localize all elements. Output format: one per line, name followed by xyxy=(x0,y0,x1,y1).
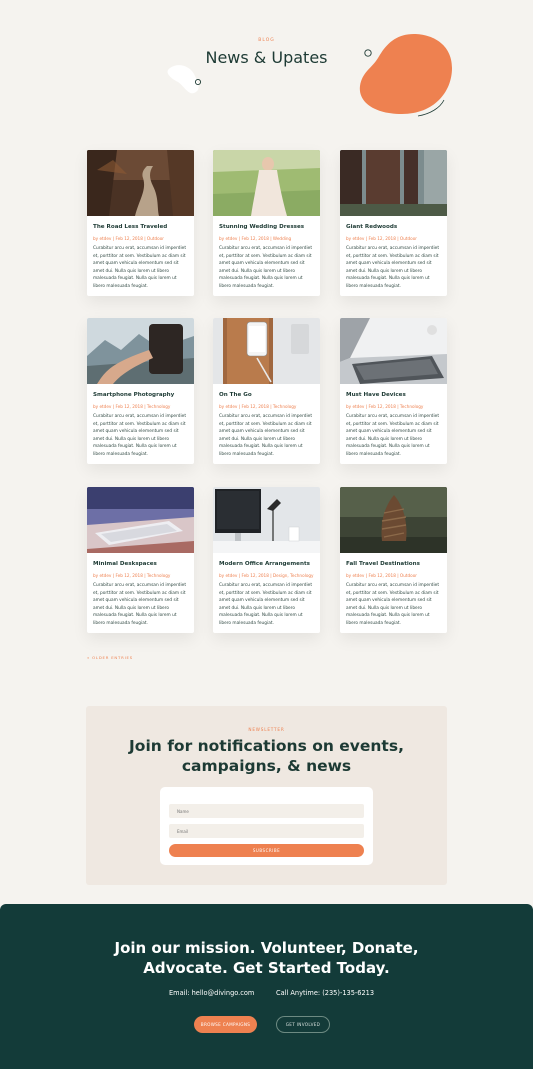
post-excerpt: Curabitur arcu erat, accumsan id imperdi… xyxy=(93,583,187,626)
post-image-wedding-field[interactable] xyxy=(213,150,320,216)
post-image-redwoods[interactable] xyxy=(340,150,447,216)
post-image-keyboard[interactable] xyxy=(87,487,194,553)
post-excerpt: Curabitur arcu erat, accumsan id imperdi… xyxy=(93,414,187,457)
subscribe-button[interactable]: SUBSCRIBE xyxy=(169,844,364,857)
post-image-pinecone[interactable] xyxy=(340,487,447,553)
contact-email-link[interactable]: Email: hello@divingo.com xyxy=(169,989,254,997)
blog-header: BLOG News & Upates xyxy=(0,0,533,130)
post-title[interactable]: Smartphone Photography xyxy=(93,392,188,399)
post-image-forest-road[interactable] xyxy=(87,150,194,216)
post-meta[interactable]: by etdev | Feb 12, 2018 | Outdoor xyxy=(346,236,441,242)
blog-card[interactable]: Modern Office Arrangements by etdev | Fe… xyxy=(213,487,320,634)
footer-cta: Join our mission. Volunteer, Donate, Adv… xyxy=(0,904,533,1069)
blog-card[interactable]: The Road Less Traveled by etdev | Feb 12… xyxy=(87,150,194,297)
post-excerpt: Curabitur arcu erat, accumsan id imperdi… xyxy=(346,414,440,457)
post-image-office-desk[interactable] xyxy=(213,487,320,553)
footer-title: Join our mission. Volunteer, Donate, Adv… xyxy=(0,939,533,979)
post-title[interactable]: Giant Redwoods xyxy=(346,224,441,231)
get-involved-button[interactable]: GET INVOLVED xyxy=(276,1016,330,1033)
newsletter-title-line-2: campaigns, & news xyxy=(181,757,352,776)
post-meta[interactable]: by etdev | Feb 12, 2018 | Outdoor xyxy=(346,573,441,579)
post-title[interactable]: Modern Office Arrangements xyxy=(219,561,314,568)
contact-phone-link[interactable]: Call Anytime: (235)-135-6213 xyxy=(276,989,374,997)
post-excerpt: Curabitur arcu erat, accumsan id imperdi… xyxy=(219,583,313,626)
post-meta[interactable]: by etdev | Feb 12, 2018 | Design, Techno… xyxy=(219,573,314,579)
decorative-blob-right xyxy=(359,34,452,117)
post-meta[interactable]: by etdev | Feb 12, 2018 | Technology xyxy=(219,404,314,410)
blog-card[interactable]: On The Go by etdev | Feb 12, 2018 | Tech… xyxy=(213,318,320,465)
email-field[interactable] xyxy=(169,824,364,838)
newsletter-eyebrow: NEWSLETTER xyxy=(248,727,285,732)
post-excerpt: Curabitur arcu erat, accumsan id imperdi… xyxy=(346,246,440,289)
newsletter-title-line-1: Join for notifications on events, xyxy=(129,737,404,755)
post-meta[interactable]: by etdev | Feb 12, 2018 | Technology xyxy=(93,404,188,410)
newsletter-form: SUBSCRIBE xyxy=(160,787,373,865)
post-excerpt: Curabitur arcu erat, accumsan id imperdi… xyxy=(219,414,313,457)
browse-campaigns-button[interactable]: BROWSE CAMPAIGNS xyxy=(194,1016,257,1033)
post-image-laptop[interactable] xyxy=(340,318,447,384)
newsletter-title: Join for notifications on events, campai… xyxy=(86,736,447,777)
blog-card[interactable]: Must Have Devices by etdev | Feb 12, 201… xyxy=(340,318,447,465)
post-image-phone-leather[interactable] xyxy=(213,318,320,384)
post-title[interactable]: Fall Travel Destinations xyxy=(346,561,441,568)
name-field[interactable] xyxy=(169,804,364,818)
post-title[interactable]: Minimal Deskspaces xyxy=(93,561,188,568)
post-meta[interactable]: by etdev | Feb 12, 2018 | Wedding xyxy=(219,236,314,242)
post-excerpt: Curabitur arcu erat, accumsan id imperdi… xyxy=(93,246,187,289)
blog-card[interactable]: Stunning Wedding Dresses by etdev | Feb … xyxy=(213,150,320,297)
newsletter-section: NEWSLETTER Join for notifications on eve… xyxy=(86,706,447,885)
post-image-phone-mountains[interactable] xyxy=(87,318,194,384)
post-title[interactable]: On The Go xyxy=(219,392,314,399)
blog-card[interactable]: Smartphone Photography by etdev | Feb 12… xyxy=(87,318,194,465)
post-meta[interactable]: by etdev | Feb 12, 2018 | Outdoor xyxy=(93,236,188,242)
post-meta[interactable]: by etdev | Feb 12, 2018 | Technology xyxy=(346,404,441,410)
older-entries-link[interactable]: « OLDER ENTRIES xyxy=(87,655,133,660)
blog-card[interactable]: Giant Redwoods by etdev | Feb 12, 2018 |… xyxy=(340,150,447,297)
post-title[interactable]: The Road Less Traveled xyxy=(93,224,188,231)
post-meta[interactable]: by etdev | Feb 12, 2018 | Technology xyxy=(93,573,188,579)
blog-card[interactable]: Fall Travel Destinations by etdev | Feb … xyxy=(340,487,447,634)
post-excerpt: Curabitur arcu erat, accumsan id imperdi… xyxy=(219,246,313,289)
blog-card[interactable]: Minimal Deskspaces by etdev | Feb 12, 20… xyxy=(87,487,194,634)
post-title[interactable]: Stunning Wedding Dresses xyxy=(219,224,314,231)
footer-title-line-1: Join our mission. Volunteer, Donate, xyxy=(114,939,419,957)
post-title[interactable]: Must Have Devices xyxy=(346,392,441,399)
footer-title-line-2: Advocate. Get Started Today. xyxy=(143,958,390,977)
post-excerpt: Curabitur arcu erat, accumsan id imperdi… xyxy=(346,583,440,626)
